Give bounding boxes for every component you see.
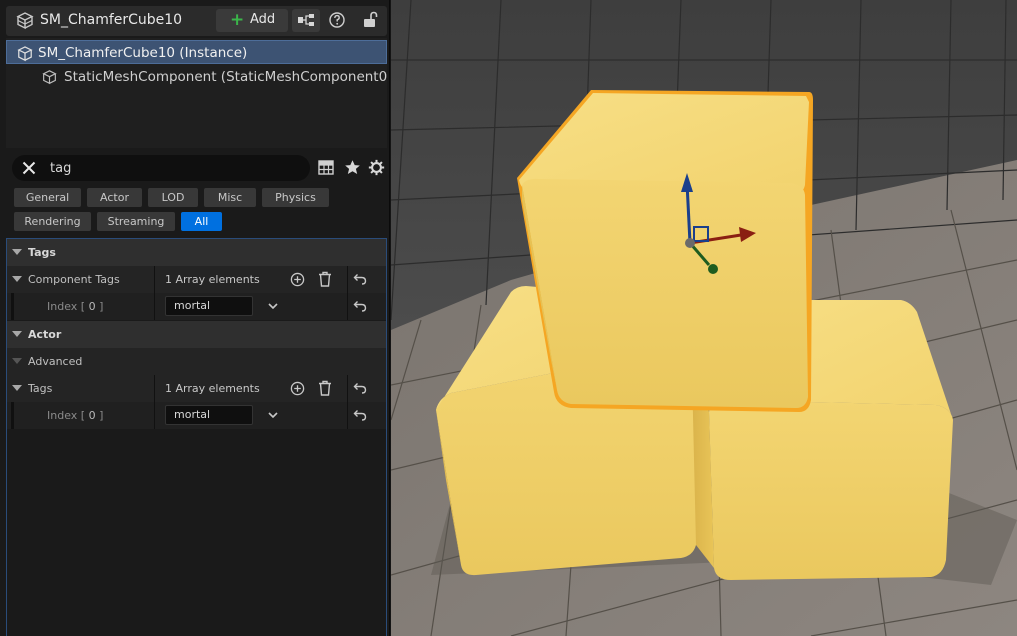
component-tag-input[interactable]: mortal [165, 296, 253, 316]
reset-icon[interactable] [353, 300, 367, 312]
category-actor[interactable]: Actor [7, 321, 386, 348]
blueprint-button[interactable] [292, 9, 320, 32]
trash-icon[interactable] [318, 271, 332, 287]
tree-item-label: StaticMeshComponent (StaticMeshComponent… [64, 69, 387, 85]
tree-item-instance[interactable]: SM_ChamferCube10 (Instance) [6, 40, 387, 64]
filter-general[interactable]: General [14, 188, 81, 207]
category-tags[interactable]: Tags [7, 239, 386, 266]
lock-icon[interactable] [361, 10, 379, 30]
expand-triangle-icon [12, 331, 22, 337]
star-icon[interactable] [344, 159, 361, 176]
reset-icon[interactable] [353, 409, 367, 421]
filter-actor[interactable]: Actor [87, 188, 142, 207]
reset-icon[interactable] [353, 273, 367, 285]
gear-icon[interactable] [368, 159, 385, 176]
search-input[interactable] [50, 158, 300, 178]
details-panel: SM_ChamferCube10 + Add SM_ChamferCube10 … [0, 0, 390, 636]
mesh-icon [42, 70, 57, 85]
close-icon[interactable] [20, 159, 38, 177]
actor-icon [17, 46, 33, 62]
add-element-icon[interactable] [290, 381, 305, 396]
trash-icon[interactable] [318, 380, 332, 396]
filter-physics[interactable]: Physics [262, 188, 329, 207]
add-button-label: Add [250, 12, 276, 27]
level-viewport[interactable] [391, 0, 1017, 636]
chevron-down-icon[interactable] [267, 409, 279, 421]
array-count: 1 Array elements [165, 382, 260, 395]
property-label: Component Tags [28, 273, 120, 286]
advanced-label: Advanced [28, 355, 83, 368]
tree-item-static-mesh-component[interactable]: StaticMeshComponent (StaticMeshComponent… [6, 65, 387, 89]
filter-streaming[interactable]: Streaming [97, 212, 175, 231]
expand-triangle-icon [12, 358, 22, 364]
category-label: Actor [28, 328, 62, 341]
reset-icon[interactable] [353, 382, 367, 394]
advanced-section[interactable]: Advanced [7, 348, 386, 375]
component-tree: SM_ChamferCube10 (Instance) StaticMeshCo… [6, 38, 387, 148]
blueprint-icon [298, 14, 314, 26]
array-count: 1 Array elements [165, 273, 260, 286]
actor-tag-input[interactable]: mortal [165, 405, 253, 425]
add-element-icon[interactable] [290, 272, 305, 287]
index-label: Index [ 0 ] [47, 300, 104, 313]
plus-icon: + [230, 10, 245, 30]
viewport-scene [391, 0, 1017, 636]
search-row [6, 154, 387, 182]
actor-name: SM_ChamferCube10 [40, 12, 183, 28]
filter-misc[interactable]: Misc [204, 188, 256, 207]
cube-top-selected[interactable] [517, 90, 813, 412]
filter-all[interactable]: All [181, 212, 222, 231]
expand-triangle-icon[interactable] [12, 276, 22, 282]
details-header: SM_ChamferCube10 + Add [6, 6, 387, 36]
tree-item-label: SM_ChamferCube10 (Instance) [38, 45, 248, 61]
add-component-button[interactable]: + Add [216, 9, 288, 32]
filter-lod[interactable]: LOD [148, 188, 198, 207]
table-icon[interactable] [318, 160, 334, 175]
property-actor-tags: Tags 1 Array elements [7, 375, 386, 402]
array-element-row: Index [ 0 ] mortal [7, 402, 386, 429]
actor-icon [16, 12, 34, 30]
search-box [12, 155, 310, 181]
property-list: Tags Component Tags 1 Array elements Ind… [6, 238, 387, 636]
expand-triangle-icon[interactable] [12, 385, 22, 391]
help-icon[interactable] [328, 11, 346, 29]
index-label: Index [ 0 ] [47, 409, 104, 422]
array-element-row: Index [ 0 ] mortal [7, 293, 386, 320]
filter-rendering[interactable]: Rendering [14, 212, 91, 231]
chevron-down-icon[interactable] [267, 300, 279, 312]
category-label: Tags [28, 246, 56, 259]
property-label: Tags [28, 382, 53, 395]
property-component-tags: Component Tags 1 Array elements [7, 266, 386, 293]
expand-triangle-icon [12, 249, 22, 255]
